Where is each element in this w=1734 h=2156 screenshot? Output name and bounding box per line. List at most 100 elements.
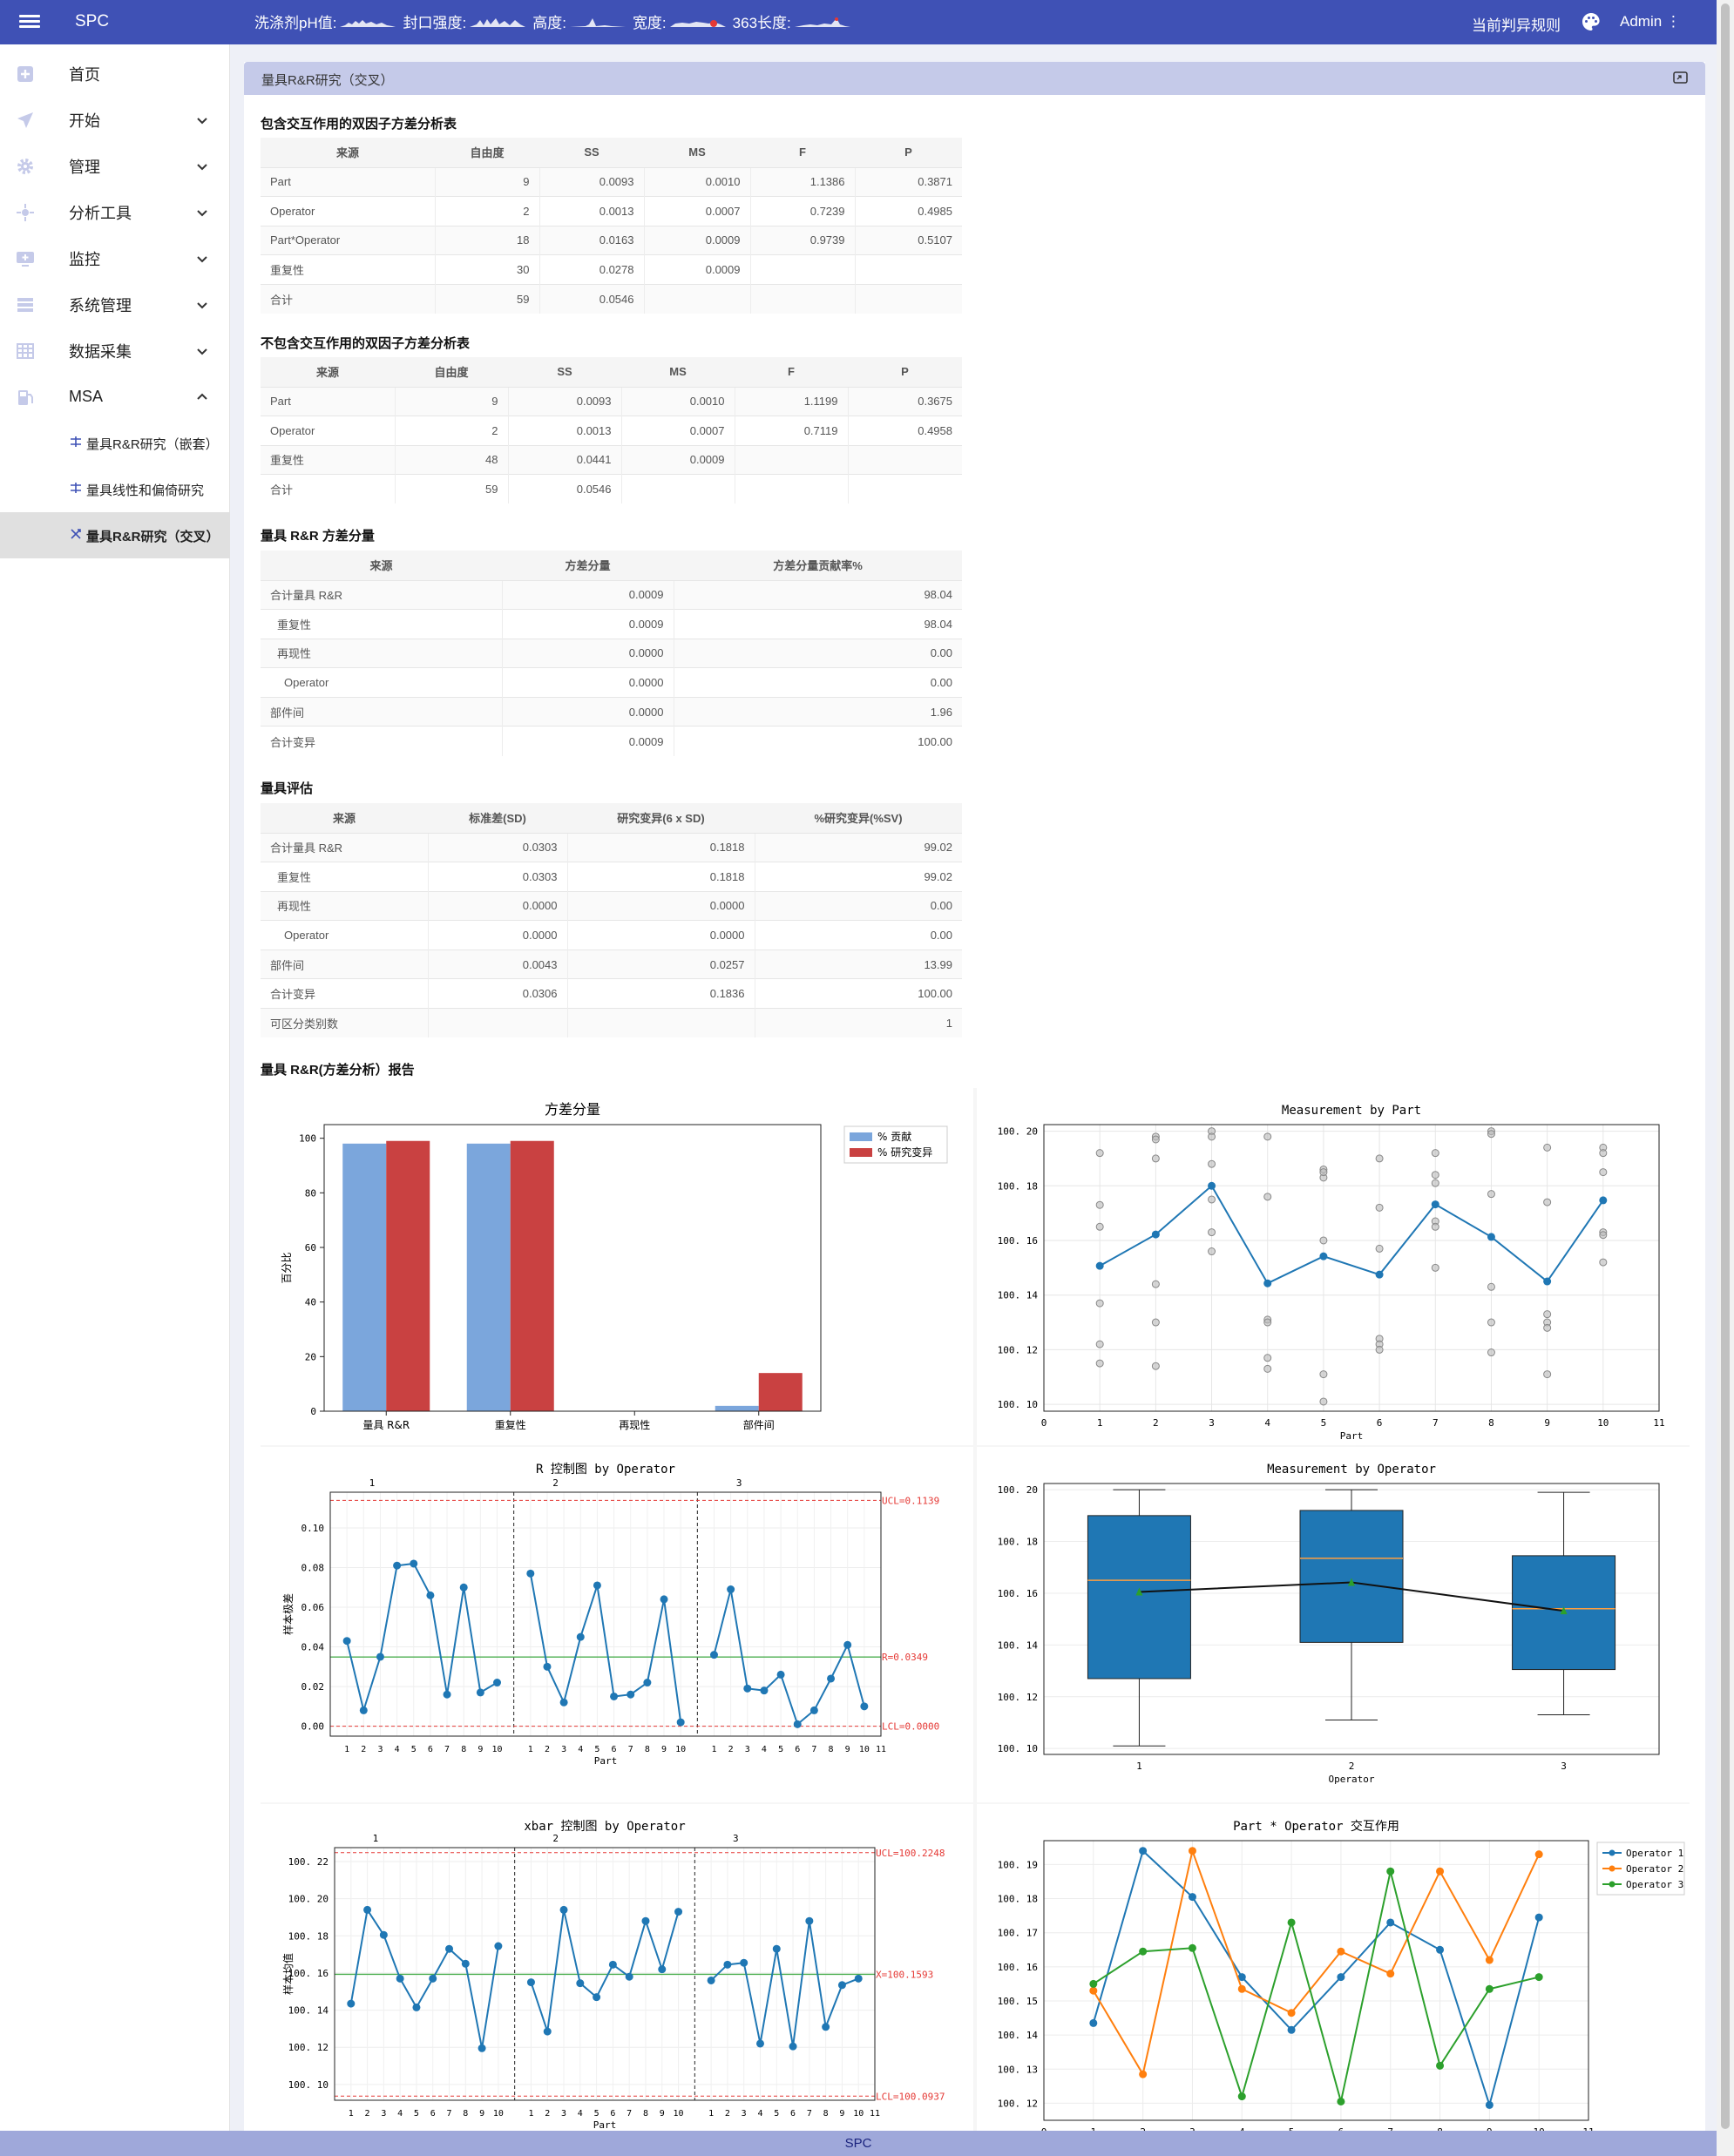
column-header: MS [621, 357, 735, 387]
table-cell: 0.3675 [847, 386, 962, 416]
sidebar-item-start[interactable]: 开始 [0, 97, 230, 143]
metric-label: 高度: [532, 15, 566, 31]
sidebar-item-system-admin[interactable]: 系统管理 [0, 281, 230, 328]
data-point [1337, 1947, 1345, 1956]
sidebar-subitem-crossed-grr[interactable]: 量具R&R研究（交叉） [0, 512, 230, 558]
y-axis-label: 样本极差 [281, 1593, 295, 1635]
data-point [625, 1972, 633, 1981]
data-point [776, 1670, 785, 1679]
scrollbar-thumb[interactable] [1721, 3, 1730, 2129]
table-header-row: 来源 自由度 SS MS F P [261, 138, 962, 167]
operator-label: 3 [736, 1477, 742, 1489]
legend-swatch [850, 1132, 872, 1141]
chart-r-control: R 控制图 by Operator 0.00 0.02 0.04 0.06 0.08 0.1… [261, 1447, 973, 1802]
data-point [363, 1905, 372, 1914]
x-tick-label: 7 [1433, 1417, 1439, 1429]
gauge-evaluation-title: 量具评估 [261, 781, 314, 796]
operator-label: 1 [369, 1477, 376, 1489]
y-tick-label: 80 [305, 1187, 316, 1199]
y-tick-label: 100. 14 [998, 1639, 1039, 1651]
table-cell: 0.7239 [749, 196, 855, 226]
user-menu[interactable]: Admin ⋮ [1620, 13, 1681, 30]
x-tick-label: 10 [1597, 1417, 1609, 1429]
table-cell: Operator [261, 416, 395, 446]
metric-label: 洗涤剂pH值: [254, 15, 337, 31]
table-cell: 合计变异 [261, 726, 502, 756]
table-header-row: 来源 自由度 SS MS F P [261, 357, 962, 387]
sidebar-item-home[interactable]: 首页 [0, 51, 230, 97]
x-tick-label: 9 [479, 2109, 484, 2119]
metric-ticker: 洗涤剂pH值: 封口强度: 高度: 宽度: 363长度: [254, 10, 857, 32]
data-point [1375, 1345, 1384, 1354]
y-tick-label: 100. 20 [288, 1894, 329, 1905]
x-tick-label: 7 [628, 1745, 633, 1754]
sidebar-item-data-collection[interactable]: 数据采集 [0, 328, 230, 374]
target-icon [17, 203, 34, 221]
table-cell: 59 [394, 474, 508, 504]
sidebar-item-monitor[interactable]: 监控 [0, 235, 230, 281]
data-point [342, 1637, 351, 1646]
table-cell: 0.0303 [427, 862, 567, 892]
data-point [1188, 1847, 1196, 1855]
data-point [793, 1720, 802, 1728]
y-tick-label: 100. 12 [998, 2098, 1038, 2109]
sidebar-subitem-nested-grr[interactable]: 量具R&R研究（嵌套） [0, 420, 230, 466]
table-cell [734, 444, 848, 475]
table-cell [847, 444, 962, 475]
chart-title: Measurement by Operator [1267, 1463, 1436, 1477]
data-point [1287, 2025, 1296, 2034]
sidebar-item-manage[interactable]: 管理 [0, 143, 230, 189]
x-tick-label: 0 [1041, 1417, 1047, 1429]
legend-label: % 研究变异 [877, 1146, 932, 1159]
palette-icon[interactable] [1581, 11, 1602, 32]
y-tick-label: 100. 14 [998, 2030, 1039, 2041]
data-point [1534, 1850, 1543, 1859]
data-point [429, 1974, 437, 1983]
data-point [1386, 1970, 1395, 1978]
data-point [1188, 1893, 1196, 1902]
expand-icon[interactable] [1673, 71, 1688, 84]
y-tick-label: 100 [299, 1133, 316, 1145]
table-cell: 0.0303 [427, 832, 567, 862]
current-rules-link[interactable]: 当前判异规则 [1472, 13, 1561, 35]
sidebar-item-analysis-tools[interactable]: 分析工具 [0, 189, 230, 235]
metric-height[interactable]: 高度: [532, 10, 626, 32]
metric-seal-strength[interactable]: 封口强度: [403, 10, 526, 32]
table-cell: 99.02 [754, 862, 962, 892]
table-row: 合计变异 0.0009 100.00 [261, 726, 962, 756]
table-cell: 0.0000 [501, 667, 674, 698]
x-tick-label: 6 [430, 2109, 436, 2119]
x-tick-label: 7 [811, 1745, 816, 1754]
table-cell: 0.7119 [734, 416, 848, 446]
data-point [1188, 1943, 1196, 1952]
series-line [529, 1573, 682, 1723]
x-tick-label: 8 [461, 1745, 466, 1754]
y-tick-label: 100. 15 [998, 1996, 1038, 2007]
table-cell: 0.0163 [538, 225, 644, 255]
metric-width[interactable]: 宽度: [633, 10, 726, 32]
sidebar-subitem-linearity-bias[interactable]: 量具线性和偏倚研究 [0, 466, 230, 512]
x-tick-label: 5 [594, 1745, 599, 1754]
data-point [559, 1905, 568, 1914]
series-line [346, 1562, 498, 1714]
column-header: 来源 [261, 138, 435, 167]
table-cell: 重复性 [261, 609, 502, 639]
metric-363-length[interactable]: 363长度: [733, 10, 850, 32]
table-cell: 0.0010 [643, 166, 750, 197]
table-row: 部件间 0.0043 0.0257 13.99 [261, 949, 962, 979]
data-point [789, 2042, 797, 2051]
metric-ph[interactable]: 洗涤剂pH值: [254, 10, 396, 32]
data-point [1263, 1132, 1272, 1141]
table-row: 再现性 0.0000 0.0000 0.00 [261, 890, 962, 921]
x-tick-label: 9 [478, 1745, 483, 1754]
gauge-evaluation-table: 来源 标准差(SD) 研究变异(6 x SD) %研究变异(%SV) 合计量具 R&R 0… [261, 803, 962, 1038]
plus-square-icon [17, 65, 33, 82]
mean-point [1431, 1200, 1439, 1209]
x-tick-label: 6 [1377, 1417, 1383, 1429]
sidebar-item-msa[interactable]: MSA [0, 374, 230, 420]
data-point [1287, 2009, 1296, 2017]
menu-icon[interactable] [19, 12, 40, 30]
y-tick-label: 0.08 [301, 1563, 325, 1574]
y-tick-label: 100. 10 [998, 1399, 1038, 1410]
table-cell [847, 474, 962, 504]
